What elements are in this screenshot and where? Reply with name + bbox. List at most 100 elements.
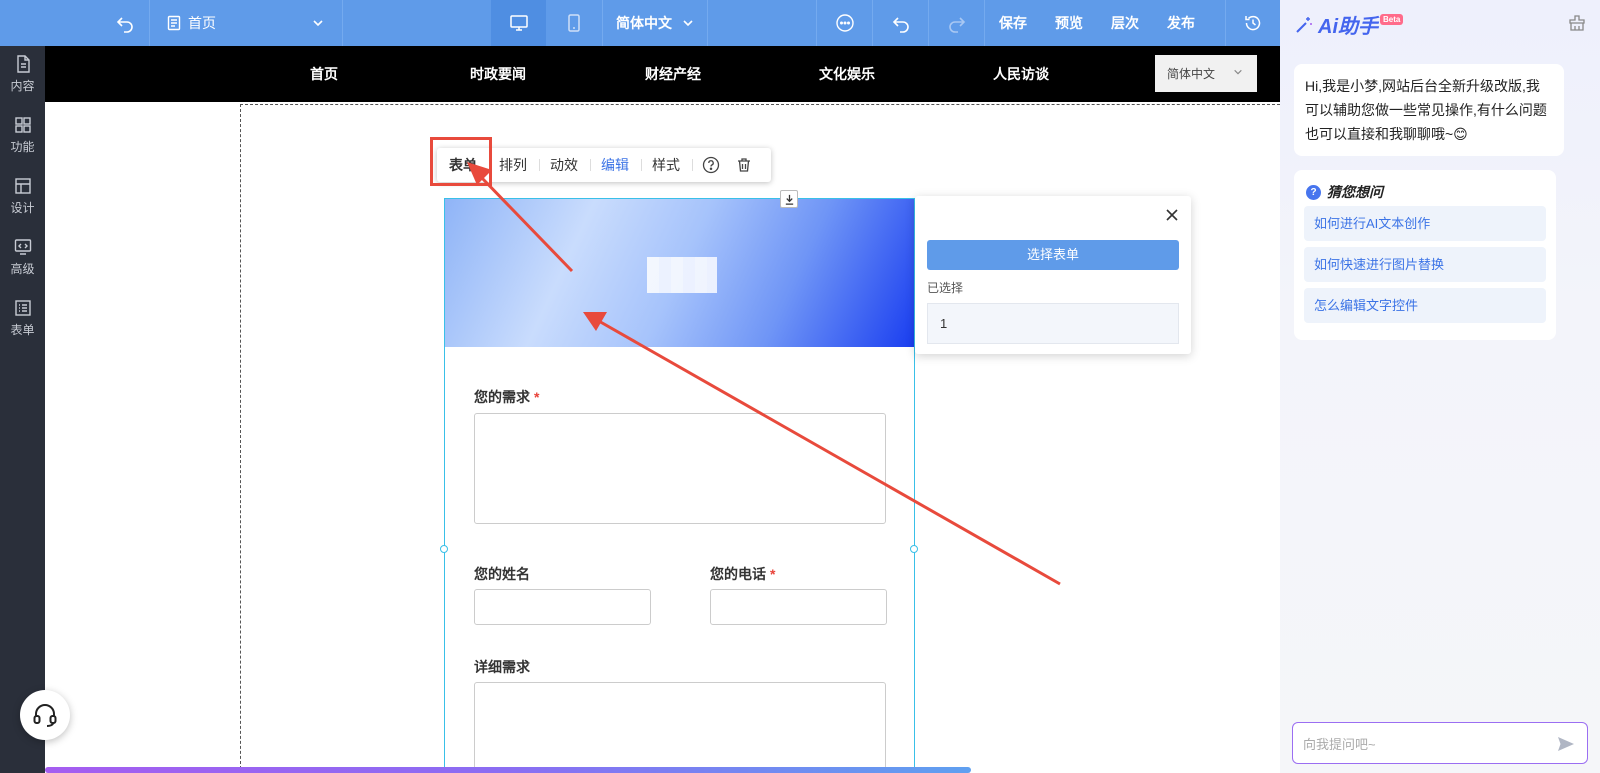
- ai-greeting-message: Hi,我是小梦,网站后台全新升级改版,我可以辅助您做一些常见操作,有什么问题也可…: [1294, 64, 1564, 156]
- nav-link-interview[interactable]: 人民访谈: [993, 46, 1049, 102]
- style-tab[interactable]: 样式: [652, 148, 680, 182]
- download-icon: [785, 194, 793, 205]
- nav-link-home[interactable]: 首页: [310, 46, 338, 102]
- headset-icon: [33, 704, 57, 727]
- sidebar-item-form[interactable]: 表单: [0, 290, 45, 346]
- sidebar-item-label: 内容: [10, 79, 35, 93]
- ai-assistant-panel: Ai助手 Beta Hi,我是小梦,网站后台全新升级改版,我可以辅助您做一些常见…: [1280, 0, 1600, 773]
- beta-badge: Beta: [1380, 14, 1404, 25]
- name-input[interactable]: [474, 589, 651, 625]
- resize-handle-left[interactable]: [440, 545, 448, 553]
- language-selector[interactable]: 简体中文: [603, 0, 707, 46]
- layers-button[interactable]: 层次: [1097, 0, 1153, 46]
- document-icon: [16, 55, 30, 73]
- ai-brand-logo: Ai助手 Beta: [1294, 10, 1404, 39]
- sidebar-item-label: 设计: [10, 201, 35, 215]
- sidebar-item-content[interactable]: 内容: [0, 46, 45, 102]
- form-select-popup: 选择表单 已选择 1: [915, 196, 1191, 354]
- history-button[interactable]: [1226, 0, 1280, 46]
- required-mark: *: [770, 566, 776, 582]
- nav-link-culture[interactable]: 文化娱乐: [819, 46, 875, 102]
- suggested-question-item[interactable]: 如何快速进行图片替换: [1304, 247, 1546, 282]
- select-form-button[interactable]: 选择表单: [927, 240, 1179, 270]
- nav-link-finance[interactable]: 财经产经: [645, 46, 701, 102]
- back-button[interactable]: [105, 0, 145, 46]
- page-name: 首页: [188, 15, 216, 31]
- edit-tab[interactable]: 编辑: [601, 148, 629, 182]
- mobile-view-button[interactable]: [546, 0, 602, 46]
- close-icon[interactable]: [1165, 208, 1179, 222]
- need-textarea[interactable]: [474, 413, 886, 524]
- clear-chat-icon[interactable]: [1568, 14, 1586, 32]
- help-icon[interactable]: [702, 156, 720, 174]
- site-language-label: 简体中文: [1167, 67, 1216, 81]
- animation-tab[interactable]: 动效: [550, 148, 578, 182]
- top-toolbar: 首页 简体中文 保存 预览 层次 发布: [0, 0, 1280, 46]
- redo-button[interactable]: [929, 0, 984, 46]
- selected-value: 1: [927, 303, 1179, 344]
- more-icon: [835, 14, 854, 32]
- undo-button[interactable]: [873, 0, 928, 46]
- form-banner-image: [445, 199, 914, 347]
- nav-link-politics[interactable]: 时政要闻: [470, 46, 526, 102]
- chevron-down-icon: [683, 20, 693, 27]
- chevron-down-icon: [313, 20, 323, 27]
- grid-icon: [14, 117, 31, 133]
- left-sidebar: 内容 功能 设计 高级 表单: [0, 46, 45, 773]
- editor-canvas: 首页 时政要闻 财经产经 文化娱乐 人民访谈 简体中文 表单 排列 动效 编辑 …: [45, 46, 1280, 773]
- chevron-down-icon: [1234, 69, 1242, 75]
- suggested-questions-card: ? 猜您想问 如何进行AI文本创作 如何快速进行图片替换 怎么编辑文字控件: [1294, 170, 1556, 340]
- ai-chat-input[interactable]: [1303, 733, 1543, 755]
- need-label: 您的需求 *: [474, 387, 539, 407]
- sidebar-item-features[interactable]: 功能: [0, 107, 45, 163]
- list-icon: [14, 300, 31, 316]
- page-icon: [167, 15, 181, 31]
- sidebar-item-design[interactable]: 设计: [0, 168, 45, 224]
- site-language-select[interactable]: 简体中文: [1155, 55, 1257, 92]
- ai-chat-input-box: [1292, 722, 1588, 764]
- loading-progress-bar: [45, 767, 971, 773]
- back-arrow-icon: [116, 17, 133, 33]
- arrange-tab[interactable]: 排列: [499, 148, 527, 182]
- resize-handle-right[interactable]: [910, 545, 918, 553]
- detail-textarea[interactable]: [474, 682, 886, 773]
- site-navigation: 首页 时政要闻 财经产经 文化娱乐 人民访谈 简体中文: [45, 46, 1280, 102]
- save-button[interactable]: 保存: [985, 0, 1041, 46]
- layout-icon: [14, 178, 31, 194]
- download-handle[interactable]: [780, 190, 798, 208]
- redo-icon: [948, 17, 965, 33]
- selected-label: 已选择: [927, 281, 964, 295]
- pixelated-logo: [647, 257, 717, 293]
- customer-support-button[interactable]: [20, 690, 70, 740]
- mobile-icon: [568, 14, 580, 32]
- suggested-question-item[interactable]: 如何进行AI文本创作: [1304, 206, 1546, 241]
- desktop-view-button[interactable]: [491, 0, 546, 46]
- more-button[interactable]: [817, 0, 872, 46]
- suggested-questions-title: ? 猜您想问: [1306, 182, 1383, 202]
- sidebar-item-label: 表单: [10, 323, 35, 337]
- history-icon: [1245, 15, 1261, 31]
- publish-button[interactable]: 发布: [1153, 0, 1209, 46]
- trash-icon[interactable]: [735, 156, 753, 174]
- form-component[interactable]: 您的需求 * 您的姓名 您的电话 * 详细需求: [440, 190, 918, 773]
- undo-icon: [892, 17, 909, 33]
- need-label-text: 您的需求: [474, 389, 530, 405]
- phone-label: 您的电话 *: [710, 564, 775, 584]
- detail-label: 详细需求: [474, 659, 530, 675]
- suggested-question-item[interactable]: 怎么编辑文字控件: [1304, 288, 1546, 323]
- sidebar-item-label: 功能: [10, 140, 35, 154]
- sidebar-item-advanced[interactable]: 高级: [0, 229, 45, 285]
- required-mark: *: [534, 389, 540, 405]
- page-selector[interactable]: 首页: [150, 0, 342, 46]
- phone-input[interactable]: [710, 589, 887, 625]
- phone-label-text: 您的电话: [710, 566, 766, 582]
- code-monitor-icon: [14, 239, 31, 255]
- send-icon[interactable]: [1557, 735, 1575, 753]
- preview-button[interactable]: 预览: [1041, 0, 1097, 46]
- highlight-frame: [430, 137, 492, 186]
- ai-brand-name: Ai助手: [1318, 16, 1378, 38]
- language-label: 简体中文: [616, 15, 672, 31]
- name-label: 您的姓名: [474, 566, 530, 582]
- sidebar-item-label: 高级: [10, 262, 35, 276]
- magic-wand-icon: [1296, 16, 1312, 33]
